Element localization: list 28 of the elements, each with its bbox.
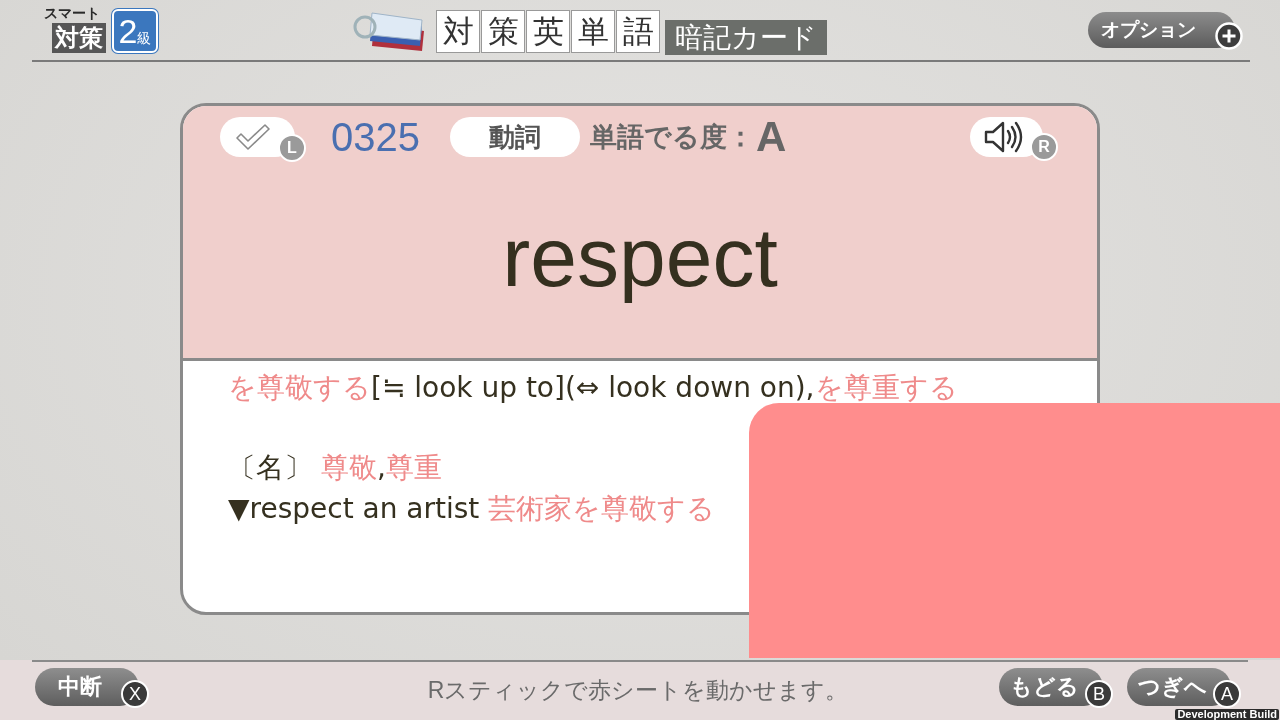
headword: respect bbox=[502, 209, 778, 306]
development-label: Development Build bbox=[1175, 709, 1279, 720]
speaker-icon bbox=[983, 121, 1024, 153]
logo-title: 対策 bbox=[52, 23, 106, 53]
check-icon bbox=[234, 123, 271, 151]
title-tile: 語 bbox=[616, 10, 660, 53]
key-hint: B bbox=[1085, 680, 1113, 708]
plus-icon bbox=[1215, 22, 1243, 50]
subtitle: 暗記カード bbox=[665, 20, 827, 55]
part-of-speech: 動詞 bbox=[450, 117, 580, 157]
key-hint: A bbox=[1213, 680, 1241, 708]
title-tile: 対 bbox=[436, 10, 480, 53]
key-hint: R bbox=[1030, 133, 1058, 161]
definition-line: を尊敬する[≒ look up to](⇔ look down on),を尊重する bbox=[228, 370, 958, 406]
logo-tagline: スマート bbox=[44, 5, 100, 21]
definition-line: 〔名〕 尊敬,尊重 bbox=[228, 450, 442, 486]
options-button[interactable]: オプション bbox=[1088, 12, 1235, 48]
key-hint: L bbox=[278, 134, 306, 162]
word-number: 0325 bbox=[331, 114, 420, 160]
title-tile: 単 bbox=[571, 10, 615, 53]
definition-line: ▼respect an artist 芸術家を尊敬する bbox=[228, 491, 716, 527]
key-hint: X bbox=[121, 680, 149, 708]
frequency-rating: 単語でる度：A bbox=[590, 113, 787, 161]
title-tile: 策 bbox=[481, 10, 525, 53]
hint-text: Rスティックで赤シートを動かせます。 bbox=[427, 676, 849, 705]
title-tile: 英 bbox=[526, 10, 570, 53]
grade-label: 2級 bbox=[112, 9, 158, 53]
mark-button[interactable] bbox=[220, 117, 295, 157]
